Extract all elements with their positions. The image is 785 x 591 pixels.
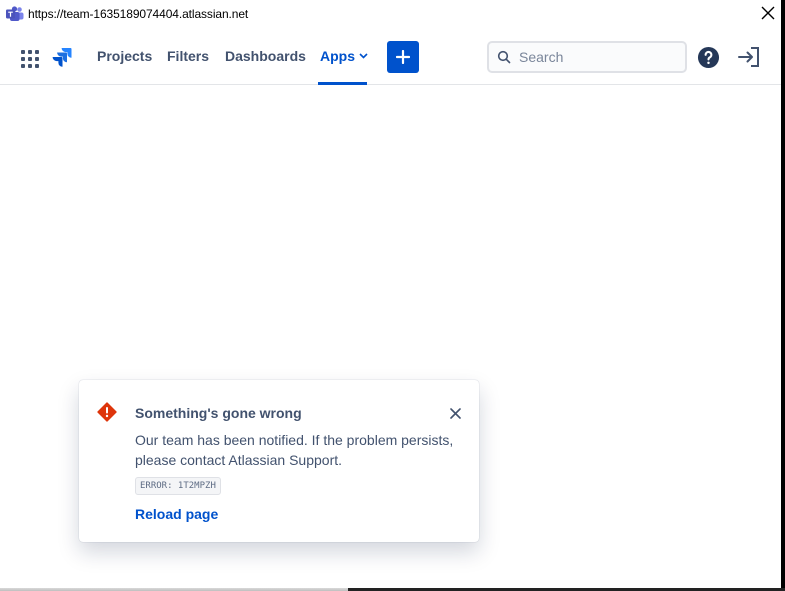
browser-window: https://team-1635189074404.atlassian.net… (0, 0, 785, 591)
search-field[interactable] (487, 41, 687, 73)
app-grid-icon (21, 50, 25, 54)
teams-icon (6, 6, 24, 21)
error-diamond-icon (97, 402, 117, 422)
nav-item-apps-label: Apps (320, 48, 355, 64)
error-flag: Something's gone wrong Our team has been… (79, 380, 479, 542)
nav-item-filters[interactable]: Filters (167, 48, 209, 64)
flag-description-line: Our team has been notified. If the probl… (135, 432, 454, 448)
error-code: ERROR: 1T2MPZH (135, 477, 221, 495)
window-url: https://team-1635189074404.atlassian.net (28, 7, 249, 21)
close-icon (449, 407, 461, 419)
nav-item-apps[interactable]: Apps (320, 48, 368, 64)
top-navigation: Projects Filters Dashboards Apps (0, 29, 781, 85)
window-close-button[interactable] (759, 4, 777, 22)
create-button[interactable] (387, 41, 419, 73)
close-icon (761, 6, 775, 20)
nav-item-projects[interactable]: Projects (97, 48, 152, 64)
active-tab-indicator (318, 82, 367, 85)
window-border (781, 0, 785, 591)
dismiss-flag-button[interactable] (447, 405, 463, 421)
question-circle-icon[interactable] (697, 46, 720, 69)
sign-in-icon[interactable] (737, 46, 761, 68)
title-bar: https://team-1635189074404.atlassian.net (0, 0, 781, 28)
search-input[interactable] (519, 49, 669, 65)
jira-logo-icon[interactable] (52, 47, 72, 67)
nav-item-dashboards[interactable]: Dashboards (225, 48, 306, 64)
flag-description: Our team has been notified. If the probl… (135, 430, 465, 470)
reload-page-link[interactable]: Reload page (135, 506, 218, 522)
flag-description-line: please contact Atlassian Support. (135, 452, 343, 468)
flag-title: Something's gone wrong (135, 405, 302, 421)
chevron-down-icon (359, 53, 368, 59)
plus-icon (396, 50, 410, 64)
app-switcher-button[interactable] (15, 43, 43, 71)
search-icon (497, 50, 511, 64)
